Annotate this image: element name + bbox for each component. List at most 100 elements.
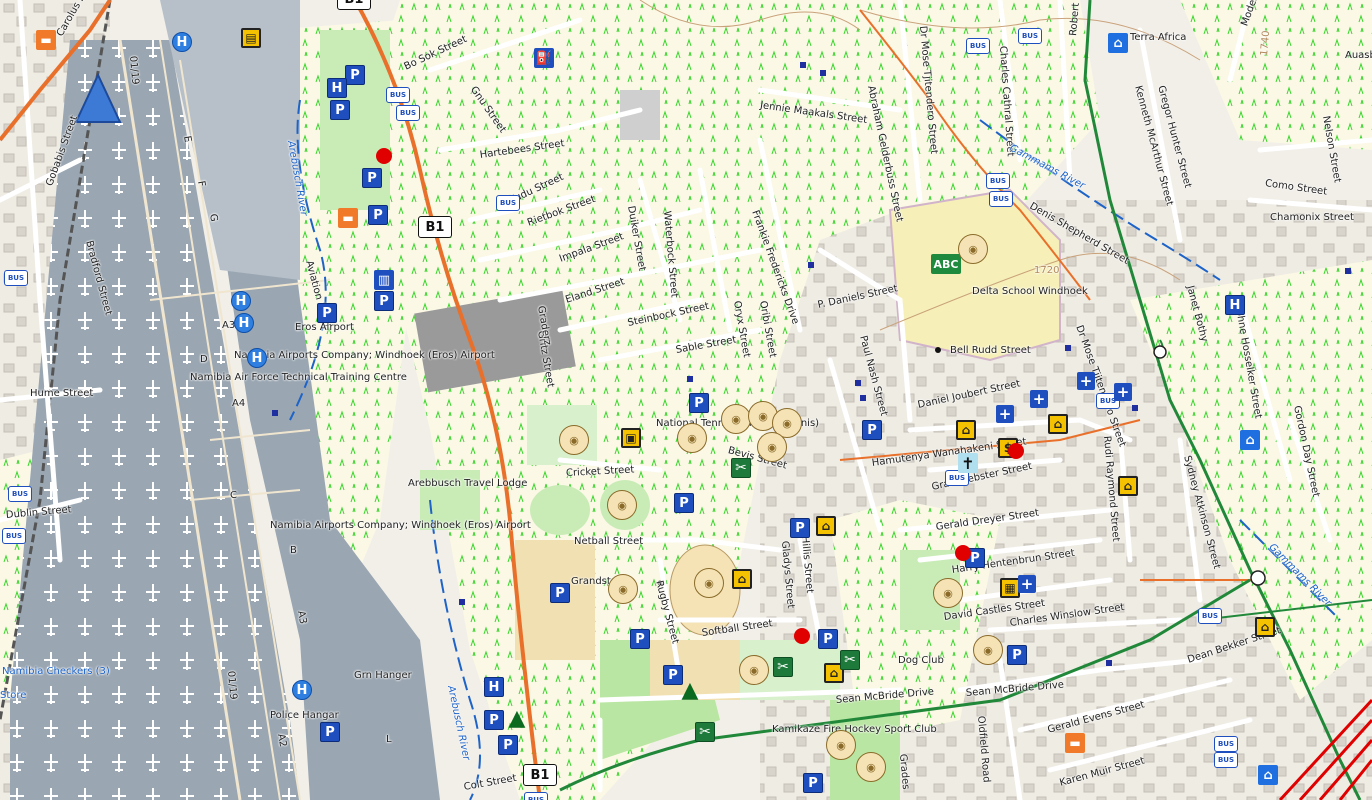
tennis-ball-icon[interactable]: ◉ <box>677 423 707 453</box>
home-icon[interactable]: ⌂ <box>1258 765 1278 785</box>
school-badge[interactable]: ABC <box>931 254 961 274</box>
restaurant-icon[interactable]: ▤ <box>241 28 261 48</box>
parking-icon[interactable]: P <box>630 629 650 649</box>
restaurant-icon[interactable]: ⌂ <box>816 516 836 536</box>
restaurant-icon[interactable]: ⌂ <box>732 569 752 589</box>
tennis-ball-icon[interactable]: ◉ <box>608 574 638 604</box>
parking-icon[interactable]: P <box>790 518 810 538</box>
home-icon[interactable]: ⌂ <box>1240 430 1260 450</box>
tennis-ball-icon[interactable]: ◉ <box>826 730 856 760</box>
bus-stop-icon[interactable]: BUS <box>8 486 32 502</box>
parking-icon[interactable]: P <box>674 493 694 513</box>
tennis-ball-icon[interactable]: ◉ <box>757 432 787 462</box>
road-shield-b1: B1 <box>523 764 557 786</box>
bus-stop-icon[interactable]: BUS <box>496 195 520 211</box>
museum-icon[interactable]: ▥ <box>374 270 394 290</box>
home-icon[interactable]: ⌂ <box>1108 33 1128 53</box>
alert-dot-icon[interactable] <box>955 545 971 561</box>
restaurant-icon[interactable]: ⌂ <box>1255 617 1275 637</box>
bus-stop-icon[interactable]: BUS <box>2 528 26 544</box>
bus-stop-icon[interactable]: BUS <box>1214 752 1238 768</box>
bus-stop-icon[interactable]: BUS <box>386 87 410 103</box>
bus-stop-icon[interactable]: BUS <box>1018 28 1042 44</box>
parking-icon[interactable]: P <box>317 303 337 323</box>
alert-dot-icon[interactable] <box>376 148 392 164</box>
heliport-icon[interactable]: H <box>234 313 254 333</box>
hospital-icon[interactable]: H <box>484 677 504 697</box>
tennis-ball-icon[interactable]: ◉ <box>607 490 637 520</box>
heliport-icon[interactable]: H <box>172 32 192 52</box>
taxiway-label: D <box>200 354 208 365</box>
parking-icon[interactable]: P <box>818 629 838 649</box>
fuel-station-icon[interactable]: ⛽ <box>534 48 554 68</box>
parking-icon[interactable]: P <box>550 583 570 603</box>
bus-stop-icon[interactable]: BUS <box>396 105 420 121</box>
tennis-ball-icon[interactable]: ◉ <box>933 578 963 608</box>
taxiway-label: A3 <box>295 609 309 625</box>
heliport-icon[interactable]: H <box>247 348 267 368</box>
pharmacy-icon[interactable]: + <box>996 405 1014 423</box>
hospital-icon[interactable]: H <box>1225 295 1245 315</box>
sports-centre-icon[interactable]: ✂ <box>731 458 751 478</box>
parking-icon[interactable]: P <box>330 100 350 120</box>
bus-stop-icon[interactable]: BUS <box>4 270 28 286</box>
heliport-icon[interactable]: H <box>292 680 312 700</box>
pharmacy-icon[interactable]: + <box>1077 372 1095 390</box>
heliport-icon[interactable]: H <box>231 291 251 311</box>
map-canvas[interactable]: Bo Sok Street Gnu Street Hartebees Street K… <box>0 0 1372 800</box>
parking-icon[interactable]: P <box>498 735 518 755</box>
church-icon[interactable]: ✝ <box>958 453 978 473</box>
tree-icon: ▲ <box>681 677 699 703</box>
parking-icon[interactable]: P <box>862 420 882 440</box>
tennis-ball-icon[interactable]: ◉ <box>559 425 589 455</box>
place-label: Namibia Airports Company; Windhoek (Eros… <box>270 520 531 531</box>
restaurant-icon[interactable]: ⌂ <box>1048 414 1068 434</box>
shop-icon[interactable]: ▦ <box>1000 578 1020 598</box>
sports-field-2 <box>530 485 590 535</box>
pharmacy-icon[interactable]: + <box>1018 575 1036 593</box>
taxiway-label: B <box>290 545 297 556</box>
parking-icon[interactable]: P <box>362 168 382 188</box>
bus-stop-icon[interactable]: BUS <box>1198 608 1222 624</box>
tennis-ball-icon[interactable]: ◉ <box>958 234 988 264</box>
parking-icon[interactable]: P <box>1007 645 1027 665</box>
bus-stop-icon[interactable]: BUS <box>1214 736 1238 752</box>
alert-dot-icon[interactable] <box>794 628 810 644</box>
car-rental-icon[interactable]: ▬ <box>338 208 358 228</box>
restaurant-icon[interactable]: ⌂ <box>956 420 976 440</box>
tennis-ball-icon[interactable]: ◉ <box>973 635 1003 665</box>
parking-icon[interactable]: P <box>368 205 388 225</box>
place-label: Grn Hanger <box>354 670 412 681</box>
bus-stop-icon[interactable]: BUS <box>986 173 1010 189</box>
bus-stop-icon[interactable]: BUS <box>966 38 990 54</box>
cafe-icon[interactable]: ▣ <box>621 428 641 448</box>
sports-centre-icon[interactable]: ✂ <box>840 650 860 670</box>
sports-centre-icon[interactable]: ✂ <box>695 722 715 742</box>
place-label: Namibia Air Force Technical Training Cen… <box>190 372 407 383</box>
bus-stop-icon[interactable]: BUS <box>524 792 548 800</box>
sports-centre-icon[interactable]: ✂ <box>773 657 793 677</box>
parking-icon[interactable]: P <box>320 722 340 742</box>
place-label: Kamikaze Fire Hockey Sport Club <box>772 724 937 735</box>
place-label: Terra Africa <box>1130 32 1187 43</box>
parking-icon[interactable]: P <box>803 773 823 793</box>
tennis-ball-icon[interactable]: ◉ <box>721 404 751 434</box>
pharmacy-icon[interactable]: + <box>1030 390 1048 408</box>
car-rental-icon[interactable]: ▬ <box>1065 733 1085 753</box>
bus-stop-icon[interactable]: BUS <box>989 191 1013 207</box>
taxiway-label: L <box>386 734 392 745</box>
parking-icon[interactable]: P <box>374 291 394 311</box>
parking-icon[interactable]: P <box>689 393 709 413</box>
alert-dot-icon[interactable] <box>1008 443 1024 459</box>
car-rental-icon[interactable]: ▬ <box>36 30 56 50</box>
hospital-icon[interactable]: H <box>327 78 347 98</box>
tennis-ball-icon[interactable]: ◉ <box>739 655 769 685</box>
parking-icon[interactable]: P <box>345 65 365 85</box>
restaurant-icon[interactable]: ⌂ <box>1118 476 1138 496</box>
tennis-ball-icon[interactable]: ◉ <box>694 568 724 598</box>
tennis-ball-icon[interactable]: ◉ <box>856 752 886 782</box>
parking-icon[interactable]: P <box>484 710 504 730</box>
taxiway-label: C <box>230 490 237 501</box>
pharmacy-icon[interactable]: + <box>1114 383 1132 401</box>
taxiway-label: 01/19 <box>127 55 141 86</box>
